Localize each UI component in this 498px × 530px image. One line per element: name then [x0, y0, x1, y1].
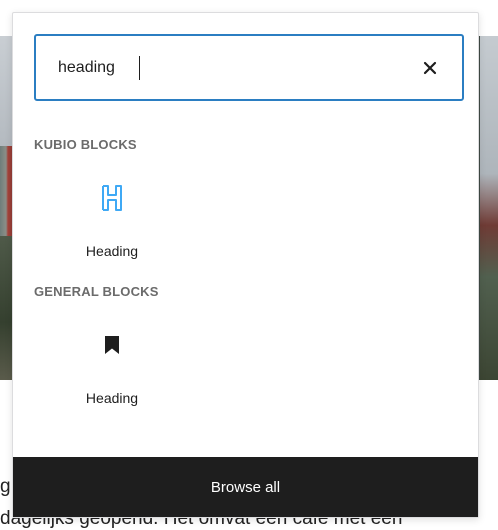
browse-all-button[interactable]: Browse all	[13, 457, 478, 517]
search-box	[34, 34, 464, 101]
bookmark-icon	[97, 330, 127, 360]
section-title-kubio-blocks: KUBIO BLOCKS	[34, 137, 137, 152]
block-item-general-heading[interactable]: Heading	[62, 320, 162, 420]
block-inserter-popover: KUBIO BLOCKS Heading GENERAL BLOCKS Head…	[12, 12, 479, 518]
heading-h-icon	[97, 183, 127, 213]
text-caret	[139, 56, 140, 80]
search-input[interactable]	[36, 36, 410, 99]
clear-search-button[interactable]	[410, 48, 450, 88]
section-title-general-blocks: GENERAL BLOCKS	[34, 284, 159, 299]
block-item-label: Heading	[85, 243, 139, 259]
photo-right-strip	[480, 36, 498, 380]
block-item-kubio-heading[interactable]: Heading	[62, 173, 162, 273]
block-item-label: Heading	[85, 390, 139, 406]
close-icon	[423, 61, 437, 74]
